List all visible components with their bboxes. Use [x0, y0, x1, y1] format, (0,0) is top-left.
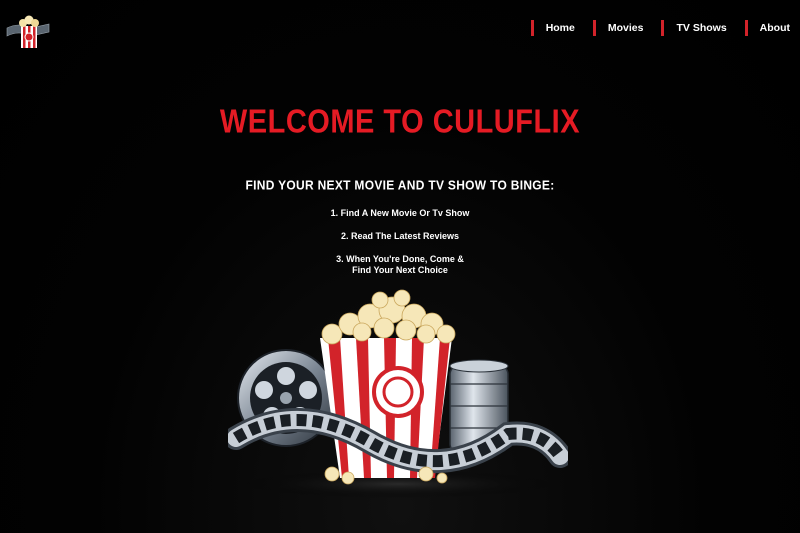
nav-item-movies[interactable]: Movies [592, 20, 643, 36]
main-nav: Home Movies TV Shows About [513, 20, 790, 36]
step-item: 1. Find A New Movie Or Tv Show [330, 208, 470, 218]
hero-subtitle: FIND YOUR NEXT MOVIE AND TV SHOW TO BING… [245, 177, 555, 193]
step-item: 3. When You're Done, Come & [336, 254, 464, 264]
page: Home Movies TV Shows About WELCOME TO CU… [0, 0, 800, 533]
popcorn-film-logo-icon[interactable] [5, 12, 51, 52]
steps-list: 1. Find A New Movie Or Tv Show 2. Read T… [0, 208, 800, 276]
step-item: Find Your Next Choice [352, 265, 448, 275]
step-item: 2. Read The Latest Reviews [340, 231, 460, 241]
nav-item-tv-shows[interactable]: TV Shows [661, 20, 727, 36]
nav-item-about[interactable]: About [744, 20, 790, 36]
popcorn-film-reel-illustration [228, 289, 568, 498]
hero-title: WELCOME TO CULUFLIX [219, 103, 581, 141]
nav-item-home[interactable]: Home [530, 20, 575, 36]
